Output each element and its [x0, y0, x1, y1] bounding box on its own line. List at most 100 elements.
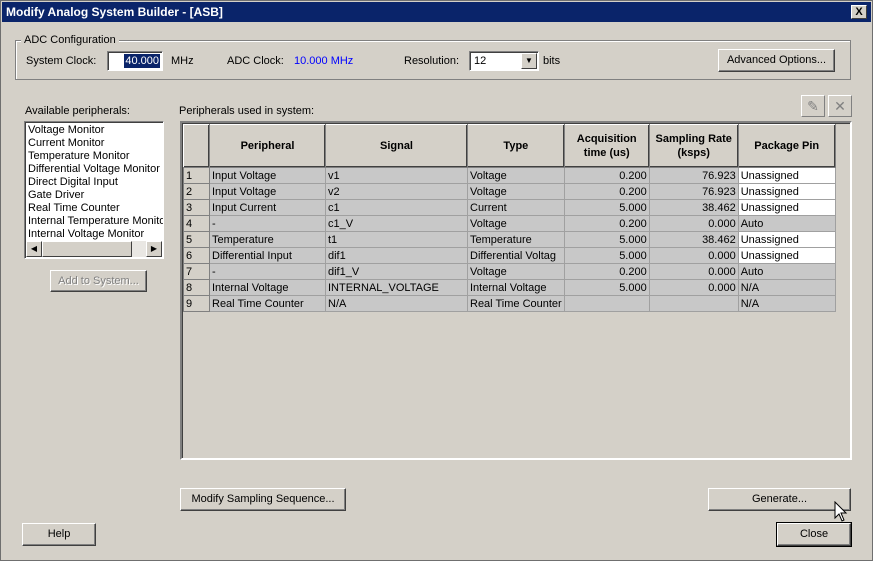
- resolution-unit: bits: [543, 55, 561, 67]
- cell-type: Voltage: [467, 183, 565, 200]
- table-header-row: Peripheral Signal Type Acquisition time …: [183, 124, 836, 168]
- cell-acq: 0.200: [563, 183, 650, 200]
- resolution-label: Resolution:: [404, 55, 460, 67]
- scroll-thumb[interactable]: [42, 241, 132, 257]
- table-row[interactable]: 3 Input Current c1 Current 5.000 38.462 Unassi…: [183, 199, 836, 216]
- cell-rate: 76.923: [648, 183, 739, 200]
- cell-pin: Auto: [737, 263, 836, 280]
- cell-index: 6: [183, 247, 210, 264]
- chevron-down-icon[interactable]: ▼: [521, 53, 537, 69]
- resolution-select[interactable]: 12 ▼: [469, 51, 539, 71]
- used-peripherals-label: Peripherals used in system:: [179, 105, 315, 117]
- cell-pin[interactable]: Unassigned: [737, 183, 836, 200]
- close-icon[interactable]: X: [851, 5, 867, 19]
- list-item[interactable]: Current Monitor: [26, 137, 163, 150]
- list-item[interactable]: Internal Temperature Monitor: [26, 215, 163, 228]
- list-item[interactable]: Voltage Monitor: [26, 124, 163, 137]
- list-item[interactable]: Internal Voltage Monitor: [26, 228, 163, 241]
- cell-pin: N/A: [737, 295, 836, 312]
- cell-type: Differential Voltag: [467, 247, 565, 264]
- cell-signal: dif1: [325, 247, 468, 264]
- list-item[interactable]: Direct Digital Input: [26, 176, 163, 189]
- column-header-signal[interactable]: Signal: [325, 124, 468, 168]
- cell-signal: c1: [325, 199, 468, 216]
- list-item[interactable]: Gate Driver: [26, 189, 163, 202]
- cell-acq: 0.200: [563, 215, 650, 232]
- cell-signal: dif1_V: [325, 263, 468, 280]
- system-clock-input[interactable]: 40.000: [107, 51, 163, 71]
- cell-index: 1: [183, 167, 210, 184]
- cell-pin[interactable]: Unassigned: [737, 167, 836, 184]
- cell-pin[interactable]: Unassigned: [737, 199, 836, 216]
- table-row[interactable]: 7- dif1_V Voltage 0.200 0.000 Auto: [183, 263, 836, 280]
- table-row[interactable]: 9 Real Time Counter N/A Real Time Counter N/…: [183, 295, 836, 312]
- cell-acq: 5.000: [563, 279, 650, 296]
- peripherals-table: Peripheral Signal Type Acquisition time …: [180, 121, 852, 460]
- title-bar: Modify Analog System Builder - [ASB] X: [2, 2, 871, 22]
- cell-signal: v1: [325, 167, 468, 184]
- cell-signal: INTERNAL_VOLTAGE: [325, 279, 468, 296]
- cell-peripheral: Input Voltage: [209, 183, 326, 200]
- cell-acq: 0.200: [563, 263, 650, 280]
- cell-acq: 0.200: [563, 167, 650, 184]
- table-row[interactable]: 8 Internal Voltage INTERNAL_VOLTAGE Interna…: [183, 279, 836, 296]
- cell-acq: 5.000: [563, 231, 650, 248]
- list-item[interactable]: Real Time Counter: [26, 202, 163, 215]
- table-row[interactable]: 5 Temperature t1 Temperature 5.000 38.462 Unas…: [183, 231, 836, 248]
- table-row[interactable]: 4- c1_V Voltage 0.200 0.000 Auto: [183, 215, 836, 232]
- pencil-icon[interactable]: ✎: [801, 95, 825, 117]
- modify-sampling-sequence-button[interactable]: Modify Sampling Sequence...: [180, 488, 346, 511]
- system-clock-value: 40.000: [124, 54, 160, 68]
- cell-pin[interactable]: Unassigned: [737, 247, 836, 264]
- cell-index: 9: [183, 295, 210, 312]
- cell-index: 8: [183, 279, 210, 296]
- generate-button[interactable]: Generate...: [708, 488, 851, 511]
- cell-rate: 38.462: [648, 199, 739, 216]
- column-header-package-pin[interactable]: Package Pin: [737, 124, 836, 168]
- scroll-left-icon[interactable]: ◀: [26, 241, 42, 257]
- cell-peripheral: -: [209, 263, 326, 280]
- cell-peripheral: Real Time Counter: [209, 295, 326, 312]
- cell-rate: [648, 295, 739, 312]
- window-title: Modify Analog System Builder - [ASB]: [6, 5, 223, 19]
- available-peripherals-list[interactable]: Voltage Monitor Current Monitor Temperatur…: [24, 121, 164, 259]
- system-clock-unit: MHz: [171, 55, 194, 67]
- cell-index: 4: [183, 215, 210, 232]
- column-header-type[interactable]: Type: [467, 124, 565, 168]
- list-item[interactable]: Differential Voltage Monitor: [26, 163, 163, 176]
- close-button[interactable]: Close: [776, 522, 852, 547]
- column-header-peripheral[interactable]: Peripheral: [209, 124, 326, 168]
- resolution-value: 12: [474, 55, 487, 67]
- table-row[interactable]: 6 Differential Input dif1 Differential Volt…: [183, 247, 836, 264]
- cell-peripheral: Temperature: [209, 231, 326, 248]
- delete-x-icon[interactable]: ✕: [828, 95, 852, 117]
- scroll-right-icon[interactable]: ▶: [146, 241, 162, 257]
- adc-group-label: ADC Configuration: [21, 34, 119, 46]
- dialog-window: Modify Analog System Builder - [ASB] X A…: [0, 0, 873, 561]
- list-item[interactable]: Temperature Monitor: [26, 150, 163, 163]
- column-header-sampling-rate[interactable]: Sampling Rate (ksps): [648, 124, 739, 168]
- system-clock-label: System Clock:: [26, 55, 97, 67]
- horizontal-scrollbar[interactable]: ◀ ▶: [26, 241, 162, 257]
- advanced-options-button[interactable]: Advanced Options...: [718, 49, 835, 72]
- adc-clock-value: 10.000 MHz: [294, 55, 354, 67]
- cell-pin[interactable]: Unassigned: [737, 231, 836, 248]
- available-items: Voltage Monitor Current Monitor Temperatur…: [26, 124, 163, 241]
- cell-rate: 38.462: [648, 231, 739, 248]
- cell-signal: c1_V: [325, 215, 468, 232]
- cell-index: 3: [183, 199, 210, 216]
- cell-peripheral: Differential Input: [209, 247, 326, 264]
- cell-index: 7: [183, 263, 210, 280]
- cell-pin: N/A: [737, 279, 836, 296]
- cell-rate: 0.000: [648, 263, 739, 280]
- help-button[interactable]: Help: [22, 523, 96, 546]
- available-peripherals-label: Available peripherals:: [25, 105, 130, 117]
- cell-rate: 0.000: [648, 215, 739, 232]
- cell-pin: Auto: [737, 215, 836, 232]
- cell-peripheral: Input Current: [209, 199, 326, 216]
- column-header-acquisition[interactable]: Acquisition time (us): [563, 124, 650, 168]
- add-to-system-button[interactable]: Add to System...: [50, 270, 147, 292]
- table-row[interactable]: 1 Input Voltage v1 Voltage 0.200 76.923 Unassi…: [183, 167, 836, 184]
- cell-type: Voltage: [467, 263, 565, 280]
- table-row[interactable]: 2 Input Voltage v2 Voltage 0.200 76.923 Unassi…: [183, 183, 836, 200]
